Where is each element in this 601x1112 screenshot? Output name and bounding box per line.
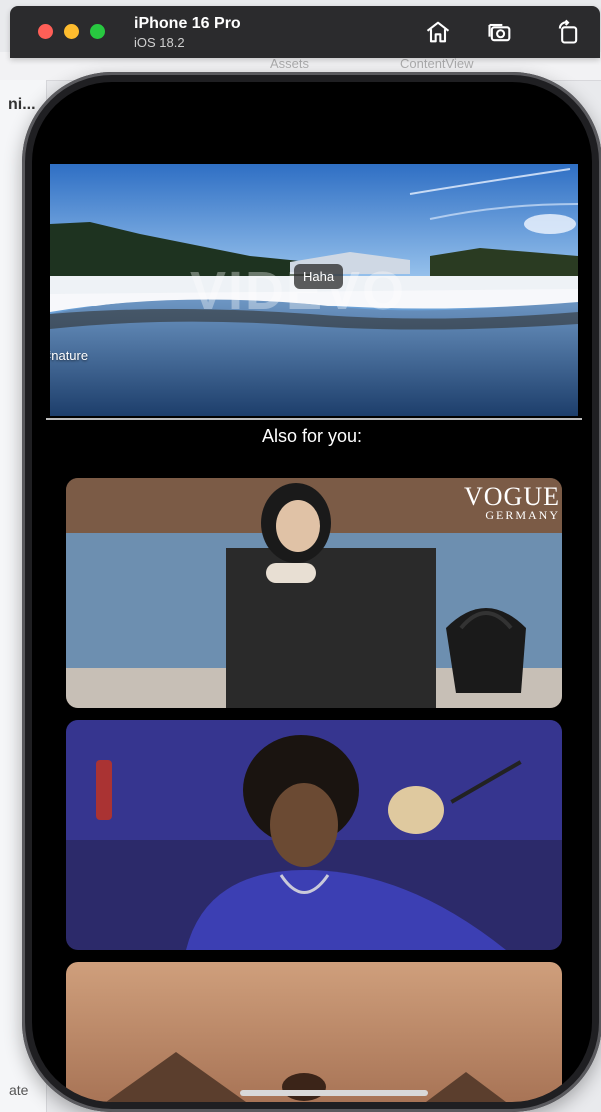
xcode-project-label[interactable]: ni... [8, 96, 36, 114]
recommended-video-card[interactable] [66, 962, 562, 1102]
section-title: Also for you: [261, 426, 363, 446]
phone-screen: VIDEVO Haha #nature Also for you: [32, 82, 592, 1102]
minimize-window-button[interactable] [64, 24, 79, 39]
close-window-button[interactable] [38, 24, 53, 39]
main-video-player[interactable]: VIDEVO Haha #nature [50, 164, 578, 416]
caption-bubble: Haha [294, 264, 344, 289]
brand-logo-vogue: VOGUE GERMANY [464, 482, 560, 523]
xcode-tab-assets[interactable]: Assets [270, 56, 309, 71]
camera-icon[interactable] [486, 18, 514, 46]
video-thumbnail-desert [66, 962, 562, 1102]
device-name: iPhone 16 Pro [134, 15, 241, 32]
rotate-icon[interactable] [554, 18, 582, 46]
house-icon[interactable] [424, 18, 452, 46]
device-os-version: iOS 18.2 [134, 35, 185, 50]
zoom-window-button[interactable] [90, 24, 105, 39]
home-indicator[interactable] [240, 1090, 428, 1096]
phone-frame: VIDEVO Haha #nature Also for you: [22, 72, 601, 1112]
simulator-titlebar: iPhone 16 Pro iOS 18.2 [10, 6, 600, 58]
recommended-video-card[interactable] [66, 720, 562, 950]
video-divider [46, 418, 582, 420]
recommended-video-card[interactable]: VOGUE GERMANY [66, 478, 562, 708]
video-hashtag[interactable]: #nature [50, 348, 88, 363]
video-thumbnail-portrait [66, 720, 562, 950]
xcode-bottom-label: ate [9, 1082, 29, 1098]
xcode-tab-contentview[interactable]: ContentView [400, 56, 473, 71]
